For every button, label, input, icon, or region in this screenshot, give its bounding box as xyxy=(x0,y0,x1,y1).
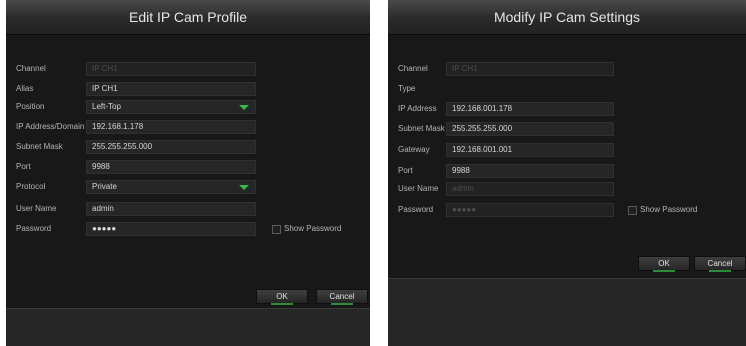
dropdown-arrow-icon xyxy=(239,185,249,190)
dialog-title: Modify IP Cam Settings xyxy=(388,0,746,35)
button-glow xyxy=(653,270,675,272)
ok-label: OK xyxy=(658,259,670,268)
port-label: Port xyxy=(16,162,31,171)
alias-input[interactable]: IP CH1 xyxy=(86,82,256,96)
gateway-input[interactable]: 192.168.001.001 xyxy=(446,143,614,157)
user-name-field: admin xyxy=(446,182,614,196)
button-glow xyxy=(709,270,731,272)
password-label: Password xyxy=(398,205,434,214)
ok-label: OK xyxy=(276,292,288,301)
channel-field: IP CH1 xyxy=(86,62,256,76)
ip-address-label: IP Address xyxy=(398,104,437,113)
button-glow xyxy=(331,303,353,305)
show-password-label: Show Password xyxy=(640,205,698,214)
modify-ip-cam-settings-dialog: Modify IP Cam Settings Channel IP CH1 Ty… xyxy=(388,0,746,346)
ok-button[interactable]: OK xyxy=(256,289,308,305)
port-input[interactable]: 9988 xyxy=(446,164,614,178)
port-label: Port xyxy=(398,166,413,175)
position-value: Left-Top xyxy=(92,102,121,111)
user-name-label: User Name xyxy=(398,184,439,193)
ip-domain-label: IP Address/Domain xyxy=(16,122,85,131)
dialog-footer xyxy=(6,308,370,346)
ip-address-input[interactable]: 192.168.001.178 xyxy=(446,102,614,116)
user-name-input[interactable]: admin xyxy=(86,202,256,216)
alias-label: Alias xyxy=(16,84,34,93)
password-label: Password xyxy=(16,224,52,233)
button-glow xyxy=(271,303,293,305)
subnet-mask-label: Subnet Mask xyxy=(398,124,445,133)
port-input[interactable]: 9988 xyxy=(86,160,256,174)
protocol-value: Private xyxy=(92,182,117,191)
subnet-mask-input[interactable]: 255.255.255.000 xyxy=(86,140,256,154)
position-label: Position xyxy=(16,102,45,111)
type-label: Type xyxy=(398,84,416,93)
channel-field: IP CH1 xyxy=(446,62,614,76)
subnet-mask-input[interactable]: 255.255.255.000 xyxy=(446,122,614,136)
subnet-mask-label: Subnet Mask xyxy=(16,142,63,151)
dialog-footer xyxy=(388,278,746,346)
ok-button[interactable]: OK xyxy=(638,256,690,272)
gateway-label: Gateway xyxy=(398,145,430,154)
protocol-label: Protocol xyxy=(16,182,46,191)
edit-ip-cam-profile-dialog: Edit IP Cam Profile Channel IP CH1 Alias… xyxy=(6,0,370,346)
show-password-label: Show Password xyxy=(284,224,342,233)
ip-domain-input[interactable]: 192.168.1.178 xyxy=(86,120,256,134)
show-password-checkbox[interactable] xyxy=(628,206,637,215)
cancel-label: Cancel xyxy=(329,292,355,301)
user-name-label: User Name xyxy=(16,204,57,213)
protocol-select[interactable]: Private xyxy=(86,180,256,194)
channel-label: Channel xyxy=(398,64,428,73)
show-password-checkbox[interactable] xyxy=(272,225,281,234)
cancel-button[interactable]: Cancel xyxy=(316,289,368,305)
dropdown-arrow-icon xyxy=(239,105,249,110)
cancel-button[interactable]: Cancel xyxy=(694,256,746,272)
dialog-title: Edit IP Cam Profile xyxy=(6,0,370,35)
position-select[interactable]: Left-Top xyxy=(86,100,256,114)
password-field: ●●●●● xyxy=(446,203,614,217)
password-input[interactable]: ●●●●● xyxy=(86,222,256,236)
channel-label: Channel xyxy=(16,64,46,73)
cancel-label: Cancel xyxy=(707,259,733,268)
